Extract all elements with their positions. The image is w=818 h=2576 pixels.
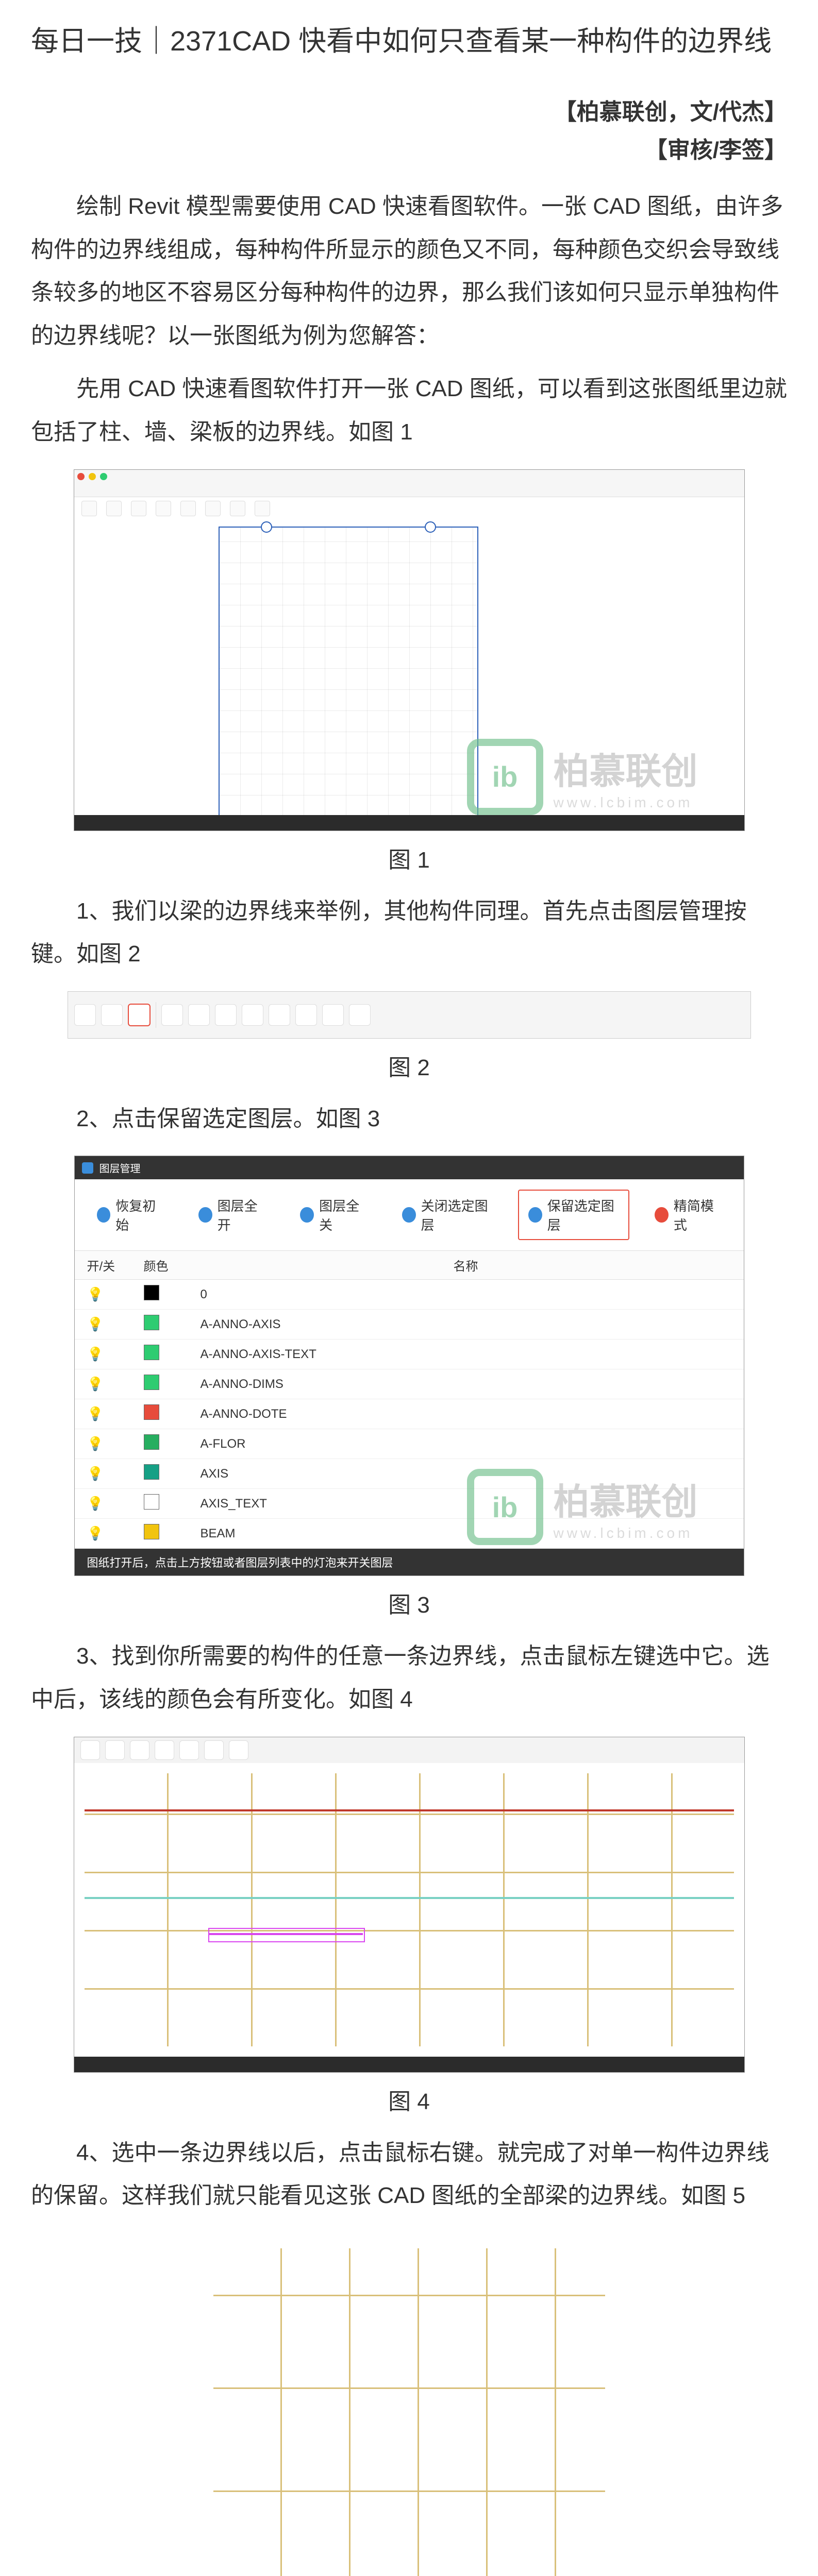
col-name: 名称 xyxy=(201,1256,731,1274)
paragraph-5: 3、找到你所需要的构件的任意一条边界线，点击鼠标左键选中它。选中后，该线的颜色会… xyxy=(31,1635,787,1721)
tool-icon xyxy=(269,1004,290,1026)
caption-4: 图 4 xyxy=(31,2083,787,2116)
col-color: 颜色 xyxy=(144,1256,201,1274)
layer-name: A-ANNO-DIMS xyxy=(201,1377,731,1392)
tool-icon xyxy=(322,1004,344,1026)
layer-row[interactable]: 💡 BEAM xyxy=(75,1519,744,1549)
layer-row[interactable]: 💡 AXIS xyxy=(75,1459,744,1489)
figure-2 xyxy=(68,991,751,1039)
caption-1: 图 1 xyxy=(31,841,787,874)
tool-icon xyxy=(242,1004,263,1026)
bulb-icon[interactable]: 💡 xyxy=(87,1496,144,1512)
bulb-icon[interactable]: 💡 xyxy=(87,1286,144,1302)
figure-5: ib 柏慕联创 www.lcbim.com xyxy=(152,2233,667,2576)
panel-footer: 图纸打开后，点击上方按钮或者图层列表中的灯泡来开关图层 xyxy=(75,1549,744,1575)
layer-row[interactable]: 💡 A-ANNO-DOTE xyxy=(75,1399,744,1429)
layer-row[interactable]: 💡 A-ANNO-AXIS-TEXT xyxy=(75,1340,744,1369)
bulb-icon[interactable]: 💡 xyxy=(87,1466,144,1482)
layer-name: A-ANNO-AXIS-TEXT xyxy=(201,1347,731,1362)
bulb-icon[interactable]: 💡 xyxy=(87,1316,144,1332)
tool-icon xyxy=(74,1004,96,1026)
layer-row[interactable]: 💡 A-ANNO-AXIS xyxy=(75,1310,744,1340)
color-swatch xyxy=(144,1285,159,1300)
color-swatch xyxy=(144,1494,159,1510)
paragraph-2: 先用 CAD 快速看图软件打开一张 CAD 图纸，可以看到这张图纸里边就包括了柱… xyxy=(31,367,787,453)
color-swatch xyxy=(144,1524,159,1539)
cad-drawing xyxy=(219,527,478,817)
tool-icon xyxy=(101,1004,123,1026)
figure-1: ib 柏慕联创 www.lcbim.com xyxy=(74,469,745,831)
keep-selected-button[interactable]: 保留选定图层 xyxy=(518,1190,629,1240)
paragraph-6: 4、选中一条边界线以后，点击鼠标右键。就完成了对单一构件边界线的保留。这样我们就… xyxy=(31,2131,787,2217)
tool-icon xyxy=(161,1004,183,1026)
byline: 【柏慕联创，文/代杰】 xyxy=(31,93,787,126)
caption-2: 图 2 xyxy=(31,1049,787,1082)
all-close-button[interactable]: 图层全关 xyxy=(290,1190,376,1240)
close-selected-button[interactable]: 关闭选定图层 xyxy=(392,1190,503,1240)
layer-name: 0 xyxy=(201,1287,731,1302)
layer-row[interactable]: 💡 A-ANNO-DIMS xyxy=(75,1369,744,1399)
paragraph-3: 1、我们以梁的边界线来举例，其他构件同理。首先点击图层管理按键。如图 2 xyxy=(31,890,787,976)
tool-icon xyxy=(188,1004,210,1026)
paragraph-4: 2、点击保留选定图层。如图 3 xyxy=(31,1097,787,1141)
layer-name: A-FLOR xyxy=(201,1437,731,1451)
tool-icon xyxy=(215,1004,237,1026)
bulb-icon[interactable]: 💡 xyxy=(87,1376,144,1392)
layer-row[interactable]: 💡 AXIS_TEXT xyxy=(75,1489,744,1519)
layer-name: A-ANNO-AXIS xyxy=(201,1317,731,1332)
caption-3: 图 3 xyxy=(31,1586,787,1619)
selected-line-highlight xyxy=(208,1928,365,1942)
layer-name: AXIS xyxy=(201,1467,731,1481)
tool-icon xyxy=(295,1004,317,1026)
layer-name: BEAM xyxy=(201,1527,731,1541)
color-swatch xyxy=(144,1315,159,1330)
figure-3-layer-panel: 图层管理 恢复初始 图层全开 图层全关 关闭选定图层 保留选定图层 精简模式 开… xyxy=(74,1156,744,1576)
all-on-button[interactable]: 图层全开 xyxy=(189,1190,275,1240)
bulb-icon[interactable]: 💡 xyxy=(87,1526,144,1541)
color-swatch xyxy=(144,1464,159,1480)
layer-row[interactable]: 💡 0 xyxy=(75,1280,744,1310)
review-line: 【审核/李签】 xyxy=(31,131,787,164)
article-title: 每日一技｜2371CAD 快看中如何只查看某一种构件的边界线 xyxy=(31,21,787,62)
tool-icon xyxy=(349,1004,371,1026)
simple-mode-button[interactable]: 精简模式 xyxy=(645,1190,731,1240)
panel-title: 图层管理 xyxy=(99,1160,141,1175)
color-swatch xyxy=(144,1404,159,1420)
col-onoff: 开/关 xyxy=(87,1256,144,1274)
paragraph-1: 绘制 Revit 模型需要使用 CAD 快速看图软件。一张 CAD 图纸，由许多… xyxy=(31,185,787,357)
bulb-icon[interactable]: 💡 xyxy=(87,1346,144,1362)
panel-icon xyxy=(82,1162,93,1174)
layer-row[interactable]: 💡 A-FLOR xyxy=(75,1429,744,1459)
restore-button[interactable]: 恢复初始 xyxy=(87,1190,173,1240)
layer-name: A-ANNO-DOTE xyxy=(201,1407,731,1421)
layer-manager-button[interactable] xyxy=(128,1004,151,1026)
window-controls xyxy=(74,470,744,497)
layer-name: AXIS_TEXT xyxy=(201,1497,731,1511)
color-swatch xyxy=(144,1434,159,1450)
color-swatch xyxy=(144,1345,159,1360)
figure-4 xyxy=(74,1737,745,2073)
status-bar xyxy=(74,815,744,831)
color-swatch xyxy=(144,1375,159,1390)
bulb-icon[interactable]: 💡 xyxy=(87,1406,144,1422)
bulb-icon[interactable]: 💡 xyxy=(87,1436,144,1452)
